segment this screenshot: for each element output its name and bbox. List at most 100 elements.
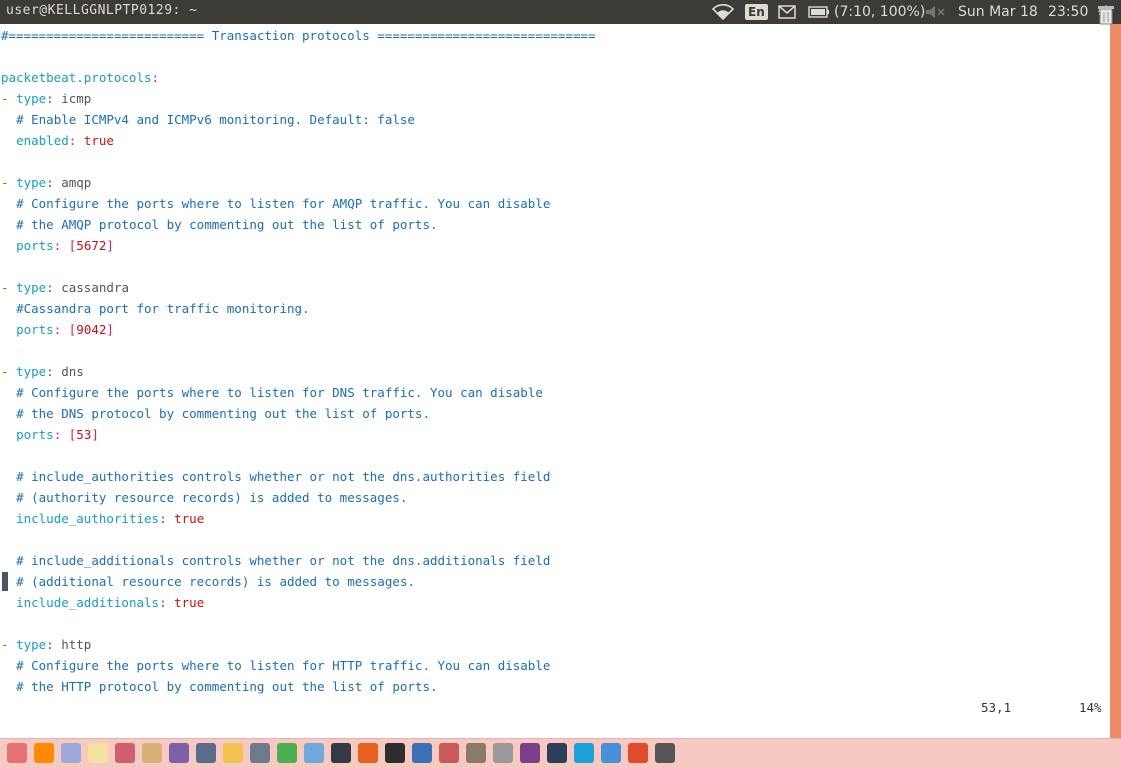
- virtualbox-icon[interactable]: [304, 743, 324, 763]
- chromium-icon[interactable]: [601, 743, 621, 763]
- editor-line: # include_additionals controls whether o…: [1, 550, 550, 571]
- text-cursor: [2, 572, 8, 591]
- media-icon[interactable]: [115, 743, 135, 763]
- terminal-icon[interactable]: [385, 743, 405, 763]
- yaml-value: amqp: [61, 175, 92, 190]
- skype-icon[interactable]: [574, 743, 594, 763]
- editor-line: # include_authorities controls whether o…: [1, 466, 550, 487]
- comment-text: # the HTTP protocol by commenting out th…: [16, 679, 438, 694]
- editor-line: # Configure the ports where to listen fo…: [1, 382, 543, 403]
- yaml-key: enabled: [16, 133, 69, 148]
- ide-icon[interactable]: [331, 743, 351, 763]
- yaml-value: cassandra: [61, 280, 129, 295]
- yaml-value: 9042: [76, 322, 107, 337]
- comment-text: # (authority resource records) is added …: [16, 490, 408, 505]
- editor-line: - type: amqp: [1, 175, 92, 190]
- yaml-key: include_authorities: [16, 511, 160, 526]
- editor-line: include_additionals: true: [16, 595, 205, 610]
- editor-line: # the DNS protocol by commenting out the…: [1, 403, 430, 424]
- yaml-value: true: [174, 595, 205, 610]
- yaml-key: ports: [16, 238, 54, 253]
- video-icon[interactable]: [547, 743, 567, 763]
- settings-icon[interactable]: [655, 743, 675, 763]
- yaml-value: icmp: [61, 91, 92, 106]
- yaml-key: include_additionals: [16, 595, 160, 610]
- comment-text: # Configure the ports where to listen fo…: [16, 385, 543, 400]
- color-picker-icon[interactable]: [169, 743, 189, 763]
- editor-line: packetbeat.protocols:: [1, 70, 160, 85]
- editor-line: # Configure the ports where to listen fo…: [1, 193, 550, 214]
- keyboard-layout-indicator[interactable]: En: [745, 0, 768, 24]
- yaml-value: true: [83, 133, 114, 148]
- comment-text: #========================== Transaction …: [1, 28, 596, 43]
- editor-line: ports: [53]: [16, 427, 99, 442]
- yaml-value: true: [174, 511, 205, 526]
- editor-line: #========================== Transaction …: [1, 25, 596, 46]
- yaml-key: type: [16, 364, 47, 379]
- slideshow-icon[interactable]: [520, 743, 540, 763]
- files-icon[interactable]: [142, 743, 162, 763]
- yaml-value: 53: [76, 427, 92, 442]
- yaml-key: type: [16, 175, 47, 190]
- scroll-percent: 14%: [1079, 700, 1102, 715]
- editor-line: # (additional resource records) is added…: [1, 571, 415, 592]
- comment-text: # Enable ICMPv4 and ICMPv6 monitoring. D…: [16, 112, 415, 127]
- comment-text: # Configure the ports where to listen fo…: [16, 196, 551, 211]
- battery-label: (7:10, 100%): [834, 4, 926, 20]
- trash-icon[interactable]: [1096, 4, 1116, 25]
- comment-text: #Cassandra port for traffic monitoring.: [16, 301, 310, 316]
- editor-line: #Cassandra port for traffic monitoring.: [1, 298, 310, 319]
- app-launcher-icon[interactable]: [628, 743, 648, 763]
- vlc-icon[interactable]: [34, 743, 54, 763]
- scrollbar[interactable]: [1110, 24, 1121, 738]
- editor-line: - type: dns: [1, 364, 84, 379]
- editor-line: # Configure the ports where to listen fo…: [1, 655, 550, 676]
- comment-text: # include_additionals controls whether o…: [16, 553, 551, 568]
- yaml-key: type: [16, 91, 47, 106]
- mail-icon[interactable]: [778, 0, 796, 24]
- editor-line: # the AMQP protocol by commenting out th…: [1, 214, 438, 235]
- text-editor-icon[interactable]: [88, 743, 108, 763]
- editor-line: ports: [9042]: [16, 322, 114, 337]
- yaml-key: ports: [16, 322, 54, 337]
- clock-label[interactable]: 23:50: [1048, 0, 1088, 24]
- battery-indicator[interactable]: (7:10, 100%): [808, 0, 925, 24]
- date-label[interactable]: Sun Mar 18: [958, 0, 1038, 24]
- editor-line: ports: [5672]: [16, 238, 114, 253]
- yaml-value: 5672: [76, 238, 107, 253]
- spreadsheet-icon[interactable]: [277, 743, 297, 763]
- calculator-icon[interactable]: [493, 743, 513, 763]
- editor-line: - type: icmp: [1, 91, 92, 106]
- launcher-dock: [0, 738, 1121, 769]
- battery-icon: [808, 6, 829, 18]
- comment-text: # Configure the ports where to listen fo…: [16, 658, 551, 673]
- yaml-key: type: [16, 637, 47, 652]
- yaml-value: http: [61, 637, 92, 652]
- vim-editor[interactable]: #========================== Transaction …: [0, 24, 1110, 714]
- editor-line: - type: http: [1, 637, 92, 652]
- editor-line: - type: cassandra: [1, 280, 129, 295]
- comment-text: # (additional resource records) is added…: [16, 574, 415, 589]
- yaml-key: packetbeat.protocols: [1, 70, 152, 85]
- editor-line: include_authorities: true: [16, 511, 205, 526]
- remote-desktop-icon[interactable]: [250, 743, 270, 763]
- gimp-icon[interactable]: [466, 743, 486, 763]
- wifi-icon[interactable]: [712, 0, 734, 24]
- yaml-key: ports: [16, 427, 54, 442]
- keyboard-layout-label: En: [745, 4, 768, 20]
- editor-line: # the HTTP protocol by commenting out th…: [1, 676, 438, 697]
- user-icon[interactable]: [223, 743, 243, 763]
- archive-icon[interactable]: [439, 743, 459, 763]
- editor-line: enabled: true: [16, 133, 114, 148]
- back-arrow-icon[interactable]: [7, 743, 27, 763]
- window-title: user@KELLGGNLPTP0129: ~: [6, 3, 198, 18]
- screenshot-icon[interactable]: [61, 743, 81, 763]
- yaml-key: type: [16, 280, 47, 295]
- comment-text: # include_authorities controls whether o…: [16, 469, 551, 484]
- system-monitor-icon[interactable]: [196, 743, 216, 763]
- firefox-icon[interactable]: [358, 743, 378, 763]
- comment-text: # the AMQP protocol by commenting out th…: [16, 217, 438, 232]
- cursor-position: 53,1: [981, 700, 1012, 715]
- volume-muted-icon[interactable]: [925, 0, 945, 24]
- document-viewer-icon[interactable]: [412, 743, 432, 763]
